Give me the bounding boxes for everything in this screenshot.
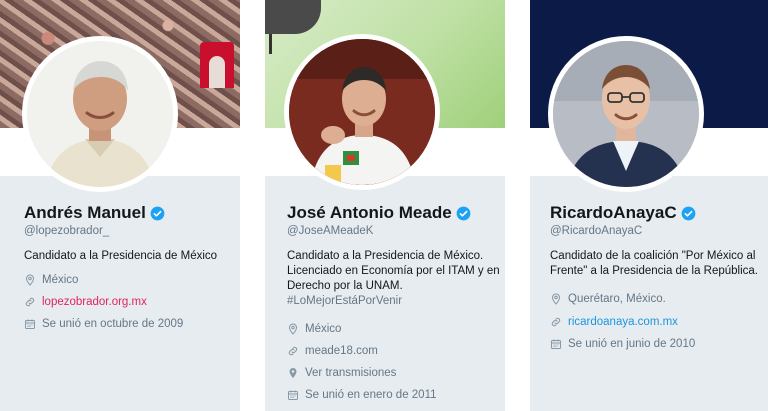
location-pin-icon	[551, 293, 561, 305]
calendar-icon	[551, 339, 561, 349]
profile-bio: Candidato a la Presidencia de México	[24, 249, 224, 264]
bio-line: Candidato a la Presidencia de México.	[287, 250, 484, 262]
profile-location: México	[24, 274, 78, 286]
profile-bio: Candidato de la coalición "Por México al…	[550, 249, 766, 279]
location-pin-icon	[25, 274, 35, 286]
profile-avatar-anaya[interactable]	[548, 36, 704, 192]
calendar-icon	[288, 390, 298, 400]
broadcast-pin-icon	[289, 368, 297, 378]
bio-hashtag[interactable]: #LoMejorEstáPorVenir	[287, 294, 502, 309]
location-pin-icon	[288, 323, 298, 335]
location-text: Querétaro, México.	[568, 293, 666, 305]
website-link[interactable]: ricardoanaya.com.mx	[568, 316, 678, 328]
verified-badge-icon	[456, 206, 471, 220]
joined-text: Se unió en junio de 2010	[568, 338, 696, 350]
bio-line: Candidato de la coalición "Por México al	[550, 250, 756, 262]
website-link[interactable]: meade18.com	[305, 345, 378, 357]
profile-name-row: José Antonio Meade	[287, 203, 471, 223]
profile-name[interactable]: Andrés Manuel	[24, 203, 146, 223]
bio-line: Licenciado en Economía por el ITAM y en	[287, 265, 500, 277]
website-link[interactable]: lopezobrador.org.mx	[42, 296, 147, 308]
profile-bio: Candidato a la Presidencia de México. Li…	[287, 249, 502, 309]
profile-name-row: RicardoAnayaC	[550, 203, 696, 223]
link-icon	[551, 317, 561, 327]
bio-line: Frente" a la Presidencia de la República…	[550, 265, 759, 277]
link-icon	[288, 346, 298, 356]
location-text: México	[305, 323, 342, 335]
avatar-illustration	[289, 39, 435, 185]
banner-logo-mark	[200, 42, 234, 88]
profile-website[interactable]: lopezobrador.org.mx	[24, 296, 147, 308]
profile-avatar-lopezobrador[interactable]	[22, 36, 178, 192]
profile-name[interactable]: José Antonio Meade	[287, 203, 452, 223]
calendar-icon	[25, 319, 35, 329]
avatar-illustration	[553, 41, 699, 187]
profile-joined: Se unió en junio de 2010	[550, 338, 695, 350]
bio-line: Candidato a la Presidencia de México	[24, 250, 218, 262]
profile-joined: Se unió en octubre de 2009	[24, 318, 183, 330]
profile-location: México	[287, 323, 341, 335]
broadcasts-link[interactable]: Ver transmisiones	[305, 367, 396, 379]
joined-text: Se unió en enero de 2011	[305, 389, 437, 401]
profile-website[interactable]: ricardoanaya.com.mx	[550, 316, 678, 328]
profile-handle[interactable]: @RicardoAnayaC	[550, 225, 642, 237]
profile-website[interactable]: meade18.com	[287, 345, 378, 357]
profile-handle[interactable]: @lopezobrador_	[24, 225, 109, 237]
verified-badge-icon	[681, 206, 695, 220]
profile-handle[interactable]: @JoseAMeadeK	[287, 225, 373, 237]
profile-avatar-meade[interactable]	[284, 34, 440, 190]
profile-joined: Se unió en enero de 2011	[287, 389, 437, 401]
verified-badge-icon	[150, 206, 165, 220]
joined-text: Se unió en octubre de 2009	[42, 318, 184, 330]
profile-name[interactable]: RicardoAnayaC	[550, 203, 677, 223]
link-icon	[25, 297, 35, 307]
profile-broadcasts[interactable]: Ver transmisiones	[287, 367, 396, 379]
profile-name-row: Andrés Manuel	[24, 203, 165, 223]
bio-line: Derecho por la UNAM.	[287, 280, 403, 292]
avatar-illustration	[27, 41, 173, 187]
location-text: México	[42, 274, 79, 286]
profile-location: Querétaro, México.	[550, 293, 666, 305]
